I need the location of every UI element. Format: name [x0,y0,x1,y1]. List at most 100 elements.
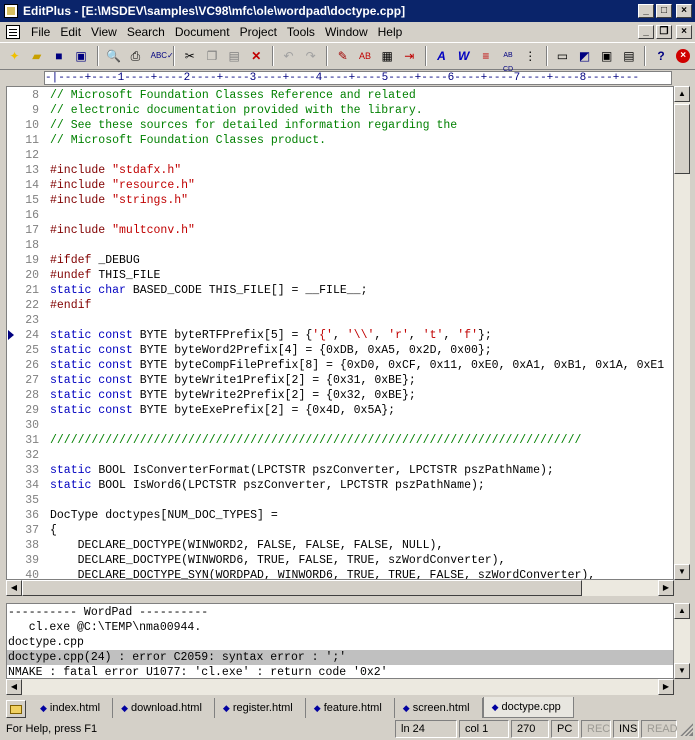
menu-search[interactable]: Search [122,23,170,41]
code-line[interactable]: 17 #include "multconv.h" [7,223,673,238]
word-wrap-button[interactable]: W [453,45,474,67]
code-line[interactable]: 12 [7,148,673,163]
code-line[interactable]: 11 // Microsoft Foundation Classes produc… [7,133,673,148]
code-line[interactable]: 15 #include "strings.h" [7,193,673,208]
code-line[interactable]: 40 DECLARE_DOCTYPE_SYN(WORDPAD, WINWORD6… [7,568,673,579]
code-line[interactable]: 23 [7,313,673,328]
directory-window-button[interactable] [6,700,26,718]
scroll-down-button[interactable]: ▼ [674,564,690,580]
font-button[interactable]: A [431,45,452,67]
code-line[interactable]: 9 // electronic documentation provided wi… [7,103,673,118]
help-button[interactable]: ? [650,45,671,67]
cut-button[interactable]: ✂ [179,45,200,67]
save-button[interactable]: ■ [48,45,69,67]
output-line[interactable]: NMAKE : fatal error U1077: 'cl.exe' : re… [7,665,673,678]
output-vertical-scrollbar[interactable]: ▲ ▼ [674,603,690,679]
menu-project[interactable]: Project [235,23,282,41]
code-line[interactable]: 27 static const BYTE byteWrite1Prefix[2] … [7,373,673,388]
browser-button[interactable]: ◩ [574,45,595,67]
scroll-thumb[interactable] [674,104,690,174]
output-scroll-left-button[interactable]: ◀ [6,679,22,695]
output-line[interactable]: cl.exe @C:\TEMP\nma00944. [7,620,673,635]
maximize-button[interactable]: □ [656,4,672,18]
scroll-left-button[interactable]: ◀ [6,580,22,596]
code-line[interactable]: 20 #undef THIS_FILE [7,268,673,283]
mdi-restore-button[interactable]: ❐ [656,25,672,39]
close-button[interactable]: × [676,4,692,18]
code-line[interactable]: 22 #endif [7,298,673,313]
minimize-button[interactable]: _ [638,4,654,18]
print-preview-button[interactable]: 🔍 [103,45,124,67]
delete-button[interactable]: ✕ [246,45,267,67]
h-scroll-thumb[interactable] [22,580,582,596]
new-button[interactable]: ✦ [4,45,25,67]
output-line[interactable]: doctype.cpp(24) : error C2059: syntax er… [7,650,673,665]
scroll-right-button[interactable]: ▶ [658,580,674,596]
resize-grip[interactable] [679,722,693,736]
word-count-button[interactable]: ▭ [552,45,573,67]
column-select-button[interactable]: ⋮ [520,45,541,67]
code-line[interactable]: 28 static const BYTE byteWrite2Prefix[2] … [7,388,673,403]
code-line[interactable]: 36 DocType doctypes[NUM_DOC_TYPES] = [7,508,673,523]
code-line[interactable]: 19 #ifdef _DEBUG [7,253,673,268]
code-line[interactable]: 35 [7,493,673,508]
menu-file[interactable]: File [26,23,55,41]
editplus-app-icon[interactable] [4,4,18,18]
code-line[interactable]: 24 static const BYTE byteRTFPrefix[5] = {… [7,328,673,343]
undo-button[interactable]: ↶ [278,45,299,67]
menu-document[interactable]: Document [170,23,235,41]
code-line[interactable]: 14 #include "resource.h" [7,178,673,193]
code-line[interactable]: 16 [7,208,673,223]
code-line[interactable]: 32 [7,448,673,463]
code-line[interactable]: 37 { [7,523,673,538]
code-line[interactable]: 29 static const BYTE byteExePrefix[2] = {… [7,403,673,418]
indent-button[interactable]: ⇥ [399,45,420,67]
code-line[interactable]: 18 [7,238,673,253]
editor-horizontal-scrollbar[interactable]: ◀ ▶ [6,580,674,596]
output-line[interactable]: doctype.cpp [7,635,673,650]
code-line[interactable]: 13 #include "stdafx.h" [7,163,673,178]
code-line[interactable]: 8 // Microsoft Foundation Classes Referen… [7,88,673,103]
output-scroll-down-button[interactable]: ▼ [674,663,690,679]
redo-button[interactable]: ↷ [300,45,321,67]
print-button[interactable]: ⎙ [125,45,146,67]
editor-vertical-scrollbar[interactable]: ▲ ▼ [674,86,690,580]
spell-check-button[interactable]: ABC✓ [147,45,174,67]
code-line[interactable]: 34 static BOOL IsWord6(LPCTSTR pszConvert… [7,478,673,493]
mdi-close-button[interactable]: × [676,25,692,39]
copy-button[interactable]: ❐ [201,45,222,67]
document-tab[interactable]: ◆ screen.html [395,698,483,718]
output-line[interactable]: ---------- WordPad ---------- [7,605,673,620]
replace-button[interactable]: AB [354,45,375,67]
document-icon[interactable] [6,25,20,39]
document-tab[interactable]: ◆ index.html [32,698,114,718]
document-tab[interactable]: ◆ register.html [215,698,306,718]
mdi-minimize-button[interactable]: _ [638,25,654,39]
document-tab[interactable]: ◆ doctype.cpp [482,697,574,718]
close-document-button[interactable]: × [673,45,694,67]
code-line[interactable]: 30 [7,418,673,433]
hex-button[interactable]: AB CD [497,45,518,73]
open-button[interactable]: ▰ [26,45,47,67]
output-horizontal-scrollbar[interactable]: ◀ ▶ [6,679,674,695]
menu-edit[interactable]: Edit [55,23,86,41]
code-line[interactable]: 33 static BOOL IsConverterFormat(LPCTSTR … [7,463,673,478]
list-button[interactable]: ▤ [618,45,639,67]
menu-tools[interactable]: Tools [282,23,320,41]
code-line[interactable]: 21 static char BASED_CODE THIS_FILE[] = _… [7,283,673,298]
save-all-button[interactable]: ▣ [71,45,92,67]
code-line[interactable]: 38 DECLARE_DOCTYPE(WINWORD2, FALSE, FALS… [7,538,673,553]
menu-help[interactable]: Help [373,23,408,41]
line-number-button[interactable]: ≡ [475,45,496,67]
code-line[interactable]: 39 DECLARE_DOCTYPE(WINWORD6, TRUE, FALSE… [7,553,673,568]
copy-file-button[interactable]: ▦ [377,45,398,67]
code-line[interactable]: 26 static const BYTE byteCompFilePrefix[8… [7,358,673,373]
output-scroll-right-button[interactable]: ▶ [658,679,674,695]
document-tab[interactable]: ◆ feature.html [306,698,395,718]
code-line[interactable]: 31 //////////////////////////////////////… [7,433,673,448]
scroll-up-button[interactable]: ▲ [674,86,690,102]
paste-button[interactable]: ▤ [224,45,245,67]
find-button[interactable]: ✎ [332,45,353,67]
document-tab[interactable]: ◆ download.html [113,698,215,718]
code-line[interactable]: 10 // See these sources for detailed info… [7,118,673,133]
